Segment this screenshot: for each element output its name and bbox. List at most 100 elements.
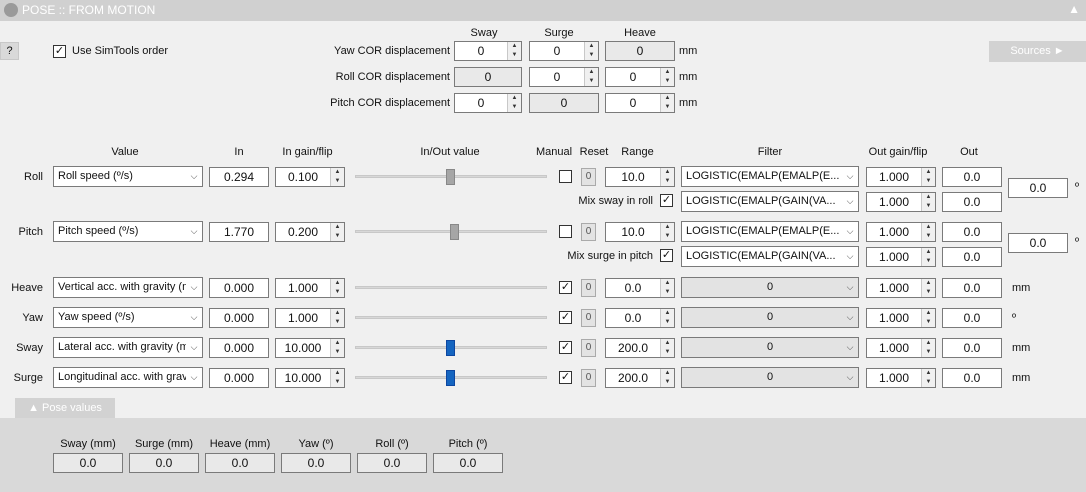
spin-down-icon[interactable]: ▼ [585,77,598,86]
axis-range-arrows[interactable]: ▲ ▼ [660,279,674,297]
axis-source-select[interactable]: Pitch speed (º/s) ⌵ [53,221,203,242]
axis-filter-select[interactable]: 0 ⌵ [681,277,859,298]
axis-out-gain-arrows[interactable]: ▲ ▼ [921,168,935,186]
spin-up-icon[interactable]: ▲ [331,168,344,177]
axis-inout-slider[interactable] [355,316,547,319]
axis-in-gain-arrows[interactable]: ▲ ▼ [330,309,344,327]
mix-out-gain-arrows[interactable]: ▲ ▼ [921,248,935,266]
cor-heave-input-arrows[interactable]: ▲ ▼ [660,68,674,86]
slider-thumb[interactable] [446,169,455,185]
cor-heave-input-arrows[interactable]: ▲ ▼ [660,94,674,112]
axis-source-select[interactable]: Longitudinal acc. with grav ⌵ [53,367,203,388]
spin-up-icon[interactable]: ▲ [922,279,935,288]
axis-out-gain[interactable]: 1.000 ▲ ▼ [866,167,936,187]
cor-heave-input[interactable]: 0 ▲ ▼ [605,67,675,87]
axis-range-arrows[interactable]: ▲ ▼ [660,168,674,186]
spin-up-icon[interactable]: ▲ [585,42,598,51]
axis-out-gain[interactable]: 1.000 ▲ ▼ [866,278,936,298]
chevron-down-icon[interactable]: ⌵ [842,167,858,186]
axis-reset-button[interactable]: 0 [581,279,596,297]
axis-out-gain-arrows[interactable]: ▲ ▼ [921,279,935,297]
chevron-down-icon[interactable]: ⌵ [186,368,202,387]
axis-reset-button[interactable]: 0 [581,223,596,241]
spin-down-icon[interactable]: ▼ [661,77,674,86]
spin-up-icon[interactable]: ▲ [661,68,674,77]
axis-in-gain-arrows[interactable]: ▲ ▼ [330,369,344,387]
cor-heave-input[interactable]: 0 ▲ ▼ [605,93,675,113]
collapse-icon[interactable]: ▲ [1068,2,1080,16]
axis-out-gain-arrows[interactable]: ▲ ▼ [921,339,935,357]
chevron-down-icon[interactable]: ⌵ [842,222,858,241]
spin-down-icon[interactable]: ▼ [922,232,935,241]
chevron-down-icon[interactable]: ⌵ [842,278,858,297]
chevron-down-icon[interactable]: ⌵ [842,247,858,266]
chevron-down-icon[interactable]: ⌵ [186,338,202,357]
axis-out-gain-arrows[interactable]: ▲ ▼ [921,369,935,387]
axis-range[interactable]: 10.0 ▲ ▼ [605,167,675,187]
axis-manual-checkbox[interactable]: ✓ [559,371,572,384]
spin-up-icon[interactable]: ▲ [922,248,935,257]
mix-filter-select[interactable]: LOGISTIC(EMALP(GAIN(VA... ⌵ [681,191,859,212]
axis-out-gain[interactable]: 1.000 ▲ ▼ [866,308,936,328]
spin-down-icon[interactable]: ▼ [922,257,935,266]
axis-in-gain-arrows[interactable]: ▲ ▼ [330,279,344,297]
axis-range[interactable]: 200.0 ▲ ▼ [605,368,675,388]
mix-checkbox[interactable]: ✓ [660,194,673,207]
spin-down-icon[interactable]: ▼ [508,51,521,60]
axis-range-arrows[interactable]: ▲ ▼ [660,223,674,241]
axis-out-gain[interactable]: 1.000 ▲ ▼ [866,368,936,388]
slider-thumb[interactable] [446,340,455,356]
help-button[interactable]: ? [0,42,19,60]
spin-up-icon[interactable]: ▲ [331,369,344,378]
axis-out-gain[interactable]: 1.000 ▲ ▼ [866,222,936,242]
cor-sway-input-arrows[interactable]: ▲ ▼ [507,94,521,112]
spin-up-icon[interactable]: ▲ [661,94,674,103]
axis-source-select[interactable]: Roll speed (º/s) ⌵ [53,166,203,187]
axis-range[interactable]: 0.0 ▲ ▼ [605,308,675,328]
axis-manual-checkbox[interactable]: ✓ [559,311,572,324]
spin-down-icon[interactable]: ▼ [661,177,674,186]
spin-down-icon[interactable]: ▼ [661,348,674,357]
spin-up-icon[interactable]: ▲ [661,168,674,177]
axis-filter-select[interactable]: 0 ⌵ [681,307,859,328]
cor-surge-input[interactable]: 0 ▲ ▼ [529,41,599,61]
spin-down-icon[interactable]: ▼ [661,103,674,112]
axis-in-gain[interactable]: 0.200 ▲ ▼ [275,222,345,242]
spin-up-icon[interactable]: ▲ [331,223,344,232]
mix-out-gain-arrows[interactable]: ▲ ▼ [921,193,935,211]
mix-out-gain[interactable]: 1.000 ▲ ▼ [866,192,936,212]
spin-up-icon[interactable]: ▲ [508,42,521,51]
spin-down-icon[interactable]: ▼ [331,378,344,387]
spin-up-icon[interactable]: ▲ [331,309,344,318]
spin-up-icon[interactable]: ▲ [661,223,674,232]
spin-down-icon[interactable]: ▼ [661,378,674,387]
spin-up-icon[interactable]: ▲ [585,68,598,77]
axis-range-arrows[interactable]: ▲ ▼ [660,339,674,357]
axis-in-gain-arrows[interactable]: ▲ ▼ [330,223,344,241]
spin-down-icon[interactable]: ▼ [331,288,344,297]
axis-in-gain[interactable]: 10.000 ▲ ▼ [275,338,345,358]
axis-in-gain-arrows[interactable]: ▲ ▼ [330,339,344,357]
axis-in-gain[interactable]: 0.100 ▲ ▼ [275,167,345,187]
chevron-down-icon[interactable]: ⌵ [186,308,202,327]
axis-filter-select[interactable]: 0 ⌵ [681,337,859,358]
spin-up-icon[interactable]: ▲ [661,339,674,348]
axis-source-select[interactable]: Vertical acc. with gravity (m ⌵ [53,277,203,298]
chevron-down-icon[interactable]: ⌵ [842,338,858,357]
spin-down-icon[interactable]: ▼ [331,318,344,327]
spin-down-icon[interactable]: ▼ [922,177,935,186]
axis-in-gain[interactable]: 1.000 ▲ ▼ [275,308,345,328]
mix-filter-select[interactable]: LOGISTIC(EMALP(GAIN(VA... ⌵ [681,246,859,267]
axis-manual-checkbox[interactable]: ✓ [559,341,572,354]
axis-in-gain[interactable]: 1.000 ▲ ▼ [275,278,345,298]
spin-up-icon[interactable]: ▲ [508,94,521,103]
spin-down-icon[interactable]: ▼ [922,202,935,211]
axis-out-gain[interactable]: 1.000 ▲ ▼ [866,338,936,358]
chevron-down-icon[interactable]: ⌵ [842,192,858,211]
axis-range-arrows[interactable]: ▲ ▼ [660,309,674,327]
spin-down-icon[interactable]: ▼ [661,232,674,241]
slider-thumb[interactable] [446,370,455,386]
axis-range[interactable]: 0.0 ▲ ▼ [605,278,675,298]
spin-up-icon[interactable]: ▲ [922,193,935,202]
cor-sway-input[interactable]: 0 ▲ ▼ [454,41,522,61]
